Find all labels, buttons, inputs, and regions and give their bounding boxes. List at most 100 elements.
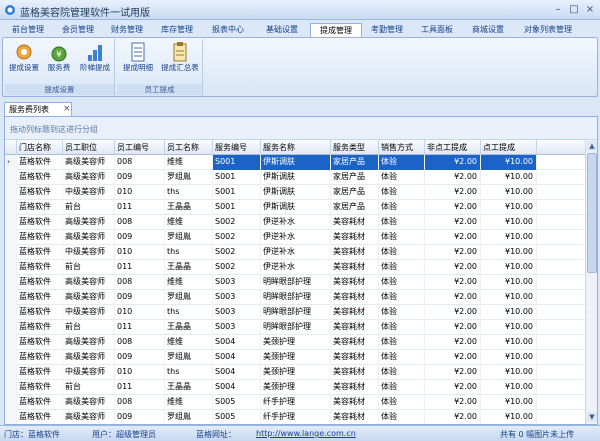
cell-service-type[interactable]: 美容耗材	[331, 365, 379, 380]
tab-basic-settings[interactable]: 基础设置	[254, 23, 310, 37]
table-row[interactable]: 蓝格软件 高级美容师 008 维维 S005 纤手护理 美容耗材 体验 ¥2.00 ¥10.00	[5, 395, 585, 410]
commission-detail-button[interactable]: 提成明细	[119, 41, 157, 81]
cell-emp-id[interactable]: 009	[115, 170, 165, 185]
tab-finance[interactable]: 财务管理	[102, 23, 152, 37]
cell-service-id[interactable]: S001	[213, 170, 261, 185]
table-row[interactable]: 蓝格软件 高级美容师 009 罗组胤 S004 美颈护理 美容耗材 体验 ¥2.00 ¥10.00	[5, 350, 585, 365]
cell-service-type[interactable]: 家居产品	[331, 155, 379, 170]
cell-store[interactable]: 蓝格软件	[17, 215, 63, 230]
cell-emp-name[interactable]: ths	[165, 305, 213, 320]
cell-emp-id[interactable]: 010	[115, 245, 165, 260]
cell-service-name[interactable]: 明眸眼部护理	[261, 275, 331, 290]
tab-object-list[interactable]: 对象列表管理	[514, 23, 582, 37]
cell-sale-method[interactable]: 体验	[379, 215, 425, 230]
cell-position[interactable]: 中级美容师	[63, 185, 115, 200]
cell-sale-method[interactable]: 体验	[379, 350, 425, 365]
table-row[interactable]: 蓝格软件 高级美容师 009 罗组胤 S003 明眸眼部护理 美容耗材 体验 ¥2.00 ¥10.…	[5, 290, 585, 305]
table-row[interactable]: › 蓝格软件 高级美容师 008 维维 S001 伊斯调肤 家居产品 体验 ¥2.00 ¥10.00	[5, 155, 585, 170]
cell-service-type[interactable]: 美容耗材	[331, 245, 379, 260]
cell-sale-method[interactable]: 体验	[379, 155, 425, 170]
cell-service-name[interactable]: 纤手护理	[261, 410, 331, 424]
cell-sale-method[interactable]: 体验	[379, 335, 425, 350]
cell-service-name[interactable]: 明眸眼部护理	[261, 290, 331, 305]
cell-point-commission[interactable]: ¥10.00	[481, 155, 537, 170]
cell-position[interactable]: 高级美容师	[63, 335, 115, 350]
cell-service-id[interactable]: S002	[213, 245, 261, 260]
cell-service-id[interactable]: S003	[213, 305, 261, 320]
cell-emp-id[interactable]: 008	[115, 215, 165, 230]
row-indicator[interactable]	[5, 350, 17, 365]
cell-point-commission[interactable]: ¥10.00	[481, 260, 537, 275]
cell-store[interactable]: 蓝格软件	[17, 230, 63, 245]
tab-commission[interactable]: 提成管理	[310, 23, 362, 37]
cell-non-point-commission[interactable]: ¥2.00	[425, 365, 481, 380]
cell-service-id[interactable]: S003	[213, 275, 261, 290]
cell-non-point-commission[interactable]: ¥2.00	[425, 185, 481, 200]
cell-sale-method[interactable]: 体验	[379, 410, 425, 424]
cell-service-name[interactable]: 伊斯调肤	[261, 200, 331, 215]
cell-service-name[interactable]: 伊逆补水	[261, 260, 331, 275]
cell-emp-id[interactable]: 010	[115, 365, 165, 380]
column-header-emp-name[interactable]: 员工名称	[165, 140, 213, 155]
cell-non-point-commission[interactable]: ¥2.00	[425, 380, 481, 395]
cell-position[interactable]: 前台	[63, 320, 115, 335]
cell-emp-name[interactable]: 王晶晶	[165, 320, 213, 335]
cell-service-id[interactable]: S001	[213, 155, 261, 170]
column-header-service-id[interactable]: 服务编号	[213, 140, 261, 155]
cell-position[interactable]: 高级美容师	[63, 395, 115, 410]
row-indicator[interactable]	[5, 275, 17, 290]
table-row[interactable]: 蓝格软件 中级美容师 010 ths S002 伊逆补水 美容耗材 体验 ¥2.00 ¥10.00	[5, 245, 585, 260]
cell-emp-name[interactable]: 维维	[165, 275, 213, 290]
cell-point-commission[interactable]: ¥10.00	[481, 185, 537, 200]
cell-sale-method[interactable]: 体验	[379, 395, 425, 410]
cell-emp-id[interactable]: 011	[115, 320, 165, 335]
cell-emp-id[interactable]: 009	[115, 350, 165, 365]
cell-point-commission[interactable]: ¥10.00	[481, 365, 537, 380]
cell-emp-id[interactable]: 010	[115, 185, 165, 200]
cell-position[interactable]: 中级美容师	[63, 305, 115, 320]
cell-position[interactable]: 高级美容师	[63, 410, 115, 424]
cell-store[interactable]: 蓝格软件	[17, 260, 63, 275]
cell-emp-name[interactable]: 王晶晶	[165, 380, 213, 395]
cell-service-name[interactable]: 美颈护理	[261, 335, 331, 350]
cell-non-point-commission[interactable]: ¥2.00	[425, 200, 481, 215]
cell-non-point-commission[interactable]: ¥2.00	[425, 215, 481, 230]
cell-emp-id[interactable]: 009	[115, 410, 165, 424]
cell-store[interactable]: 蓝格软件	[17, 275, 63, 290]
cell-service-id[interactable]: S001	[213, 185, 261, 200]
row-indicator[interactable]	[5, 290, 17, 305]
cell-non-point-commission[interactable]: ¥2.00	[425, 275, 481, 290]
cell-store[interactable]: 蓝格软件	[17, 395, 63, 410]
cell-emp-id[interactable]: 008	[115, 395, 165, 410]
cell-service-name[interactable]: 伊斯调肤	[261, 185, 331, 200]
cell-service-id[interactable]: S002	[213, 260, 261, 275]
cell-emp-name[interactable]: 罗组胤	[165, 290, 213, 305]
cell-emp-name[interactable]: 罗组胤	[165, 170, 213, 185]
row-indicator[interactable]	[5, 335, 17, 350]
cell-service-id[interactable]: S001	[213, 200, 261, 215]
cell-sale-method[interactable]: 体验	[379, 170, 425, 185]
cell-position[interactable]: 前台	[63, 260, 115, 275]
table-row[interactable]: 蓝格软件 高级美容师 008 维维 S003 明眸眼部护理 美容耗材 体验 ¥2.00 ¥10.0…	[5, 275, 585, 290]
cell-service-id[interactable]: S003	[213, 290, 261, 305]
cell-position[interactable]: 高级美容师	[63, 155, 115, 170]
cell-point-commission[interactable]: ¥10.00	[481, 200, 537, 215]
cell-service-type[interactable]: 美容耗材	[331, 230, 379, 245]
cell-service-type[interactable]: 美容耗材	[331, 305, 379, 320]
cell-service-id[interactable]: S003	[213, 320, 261, 335]
cell-non-point-commission[interactable]: ¥2.00	[425, 260, 481, 275]
cell-emp-id[interactable]: 008	[115, 155, 165, 170]
cell-emp-name[interactable]: 王晶晶	[165, 260, 213, 275]
website-link[interactable]: http://www.lange.com.cn	[256, 429, 356, 438]
table-row[interactable]: 蓝格软件 前台 011 王晶晶 S004 美颈护理 美容耗材 体验 ¥2.00 ¥10.00	[5, 380, 585, 395]
cell-emp-name[interactable]: 维维	[165, 335, 213, 350]
cell-service-name[interactable]: 美颈护理	[261, 365, 331, 380]
tab-attendance[interactable]: 考勤管理	[362, 23, 412, 37]
cell-emp-id[interactable]: 011	[115, 260, 165, 275]
column-header-service-type[interactable]: 服务类型	[331, 140, 379, 155]
cell-store[interactable]: 蓝格软件	[17, 350, 63, 365]
table-row[interactable]: 蓝格软件 前台 011 王晶晶 S002 伊逆补水 美容耗材 体验 ¥2.00 ¥10.00	[5, 260, 585, 275]
column-header-position[interactable]: 员工职位	[63, 140, 115, 155]
cell-point-commission[interactable]: ¥10.00	[481, 215, 537, 230]
cell-sale-method[interactable]: 体验	[379, 200, 425, 215]
